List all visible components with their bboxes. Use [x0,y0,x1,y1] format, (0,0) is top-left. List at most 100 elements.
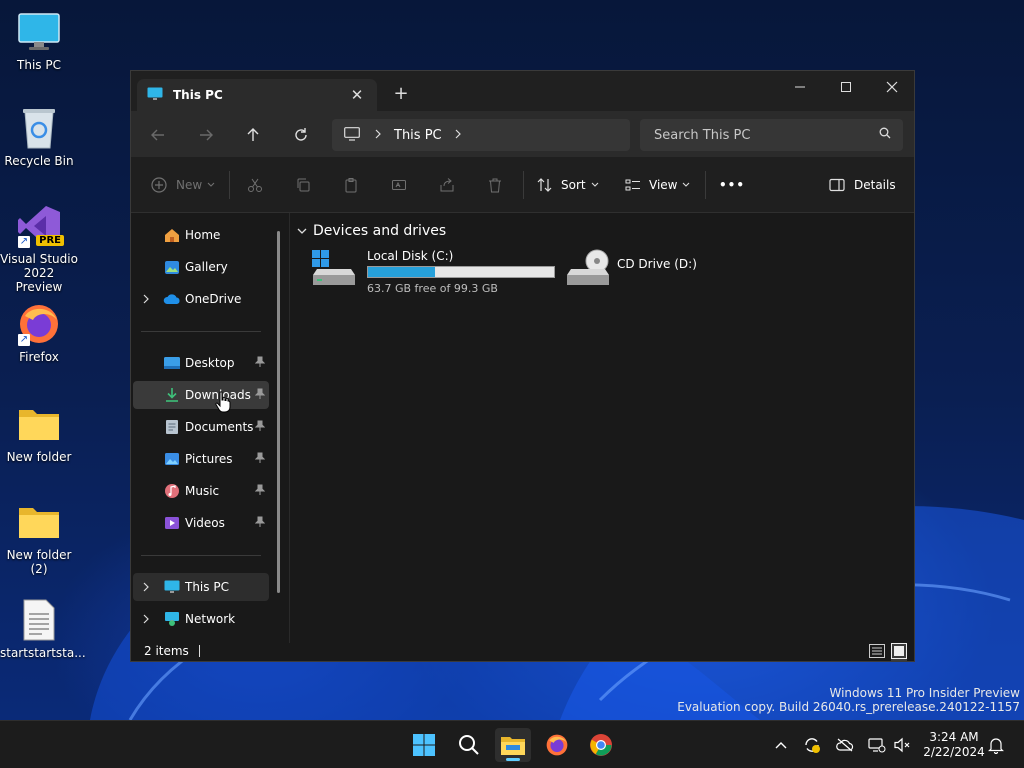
search-icon [459,735,479,755]
clock[interactable]: 3:24 AM 2/22/2024 [922,730,986,760]
sync-status-icon[interactable] [800,733,824,757]
desktop-icon-new-folder[interactable]: New folder [0,402,78,464]
pane-divider[interactable] [289,213,290,643]
file-explorer-taskbar-button[interactable] [495,728,531,762]
details-button[interactable]: Details [829,171,896,199]
chevron-right-icon[interactable] [133,294,159,304]
clock-time: 3:24 AM [929,730,979,744]
view-button[interactable]: View [625,171,690,199]
address-bar[interactable]: This PC [332,119,630,151]
pin-icon[interactable] [254,452,266,467]
nav-item-label: Gallery [185,260,228,274]
desktop-icon-recycle-bin[interactable]: Recycle Bin [0,106,78,168]
chrome-icon [590,734,612,756]
nav-item-this-pc[interactable]: This PC [133,573,269,601]
desktop-icon-firefox[interactable]: ↗ Firefox [0,302,78,364]
status-separator [198,645,200,657]
more-options-button[interactable]: ••• [719,171,745,199]
drive-usage-bar [367,266,555,278]
tab-title: This PC [173,88,223,102]
nav-item-music[interactable]: Music [133,477,269,505]
tab-this-pc[interactable]: This PC ✕ [137,79,377,111]
clipboard-icon [345,178,357,193]
drive-local-disk-c[interactable]: Local Disk (C:) 63.7 GB free of 99.3 GB [311,249,555,295]
pin-icon[interactable] [254,516,266,531]
chrome-taskbar-button[interactable] [583,728,619,762]
navigation-pane-scrollbar[interactable] [277,231,280,593]
search-button[interactable] [451,728,487,762]
nav-item-pictures[interactable]: Pictures [133,445,269,473]
back-button[interactable] [143,120,173,150]
desktop-icon-text-file[interactable]: startstartsta... [0,598,86,660]
monitor-icon [344,126,360,144]
item-count: 2 items [144,644,189,658]
navigation-pane: Home Gallery OneDrive Desktop Downloads … [131,213,289,631]
local-disk-icon [311,249,357,295]
copy-button[interactable] [295,171,311,199]
chevron-right-icon[interactable] [374,128,382,142]
nav-divider [141,555,261,556]
nav-item-gallery[interactable]: Gallery [133,253,269,281]
sort-button[interactable]: Sort [537,171,599,199]
volume-muted-icon[interactable] [890,733,914,757]
nav-item-onedrive[interactable]: OneDrive [133,285,269,313]
preview-badge: PRE [36,235,64,246]
nav-item-home[interactable]: Home [133,221,269,249]
chevron-right-icon[interactable] [133,582,159,592]
nav-item-documents[interactable]: Documents [133,413,269,441]
firefox-taskbar-button[interactable] [539,728,575,762]
pin-icon[interactable] [254,484,266,499]
pin-icon[interactable] [254,388,266,403]
nav-item-downloads[interactable]: Downloads [133,381,269,409]
share-icon [440,178,454,192]
drive-cd-d[interactable]: CD Drive (D:) [565,249,697,292]
hand-cursor-icon [215,391,231,416]
desktop-icon-this-pc[interactable]: This PC [0,10,78,72]
content-area: Devices and drives Local Disk (C:) 63.7 … [291,213,915,633]
refresh-button[interactable] [286,120,316,150]
clock-date: 2/22/2024 [923,745,985,759]
drive-name: Local Disk (C:) [367,249,454,263]
close-button[interactable] [869,71,915,103]
nav-item-network[interactable]: Network [133,605,269,633]
share-button[interactable] [439,171,455,199]
large-icons-view-icon[interactable] [891,643,907,662]
tab-close-button[interactable]: ✕ [345,86,369,104]
title-bar[interactable]: This PC ✕ + [131,71,914,111]
show-hidden-icons-button[interactable] [769,733,793,757]
new-tab-button[interactable]: + [389,83,413,107]
breadcrumb-this-pc[interactable]: This PC [394,128,442,143]
group-header-devices-and-drives[interactable]: Devices and drives [297,223,446,239]
delete-button[interactable] [487,171,503,199]
forward-button[interactable] [191,120,221,150]
chevron-down-icon [297,228,307,234]
nav-item-desktop[interactable]: Desktop [133,349,269,377]
desktop-icon-label: Recycle Bin [4,154,74,168]
up-button[interactable] [238,120,268,150]
drive-name: CD Drive (D:) [617,257,697,271]
firefox-icon: ↗ [16,302,62,346]
nav-item-videos[interactable]: Videos [133,509,269,537]
pin-icon[interactable] [254,356,266,371]
start-button[interactable] [406,728,442,762]
maximize-button[interactable] [823,71,869,103]
new-button[interactable]: New [151,171,215,199]
onedrive-offline-icon[interactable] [833,733,857,757]
details-view-icon[interactable] [869,644,885,661]
paste-button[interactable] [343,171,359,199]
chevron-right-icon[interactable] [454,128,462,142]
desktop-icon-visual-studio[interactable]: PRE ↗ Visual Studio 2022 Preview [0,204,78,294]
trash-icon [489,178,501,193]
pin-icon[interactable] [254,420,266,435]
notifications-button[interactable] [984,733,1008,757]
view-icon [625,179,640,191]
search-input[interactable]: Search This PC [640,119,903,151]
network-status-icon[interactable] [865,733,889,757]
minimize-button[interactable] [777,71,823,103]
rename-button[interactable] [391,171,407,199]
chevron-right-icon[interactable] [133,614,159,624]
cut-button[interactable] [247,171,263,199]
desktop-icon-new-folder-2[interactable]: New folder (2) [0,500,78,576]
group-title: Devices and drives [313,223,447,239]
chevron-up-icon [775,742,787,749]
